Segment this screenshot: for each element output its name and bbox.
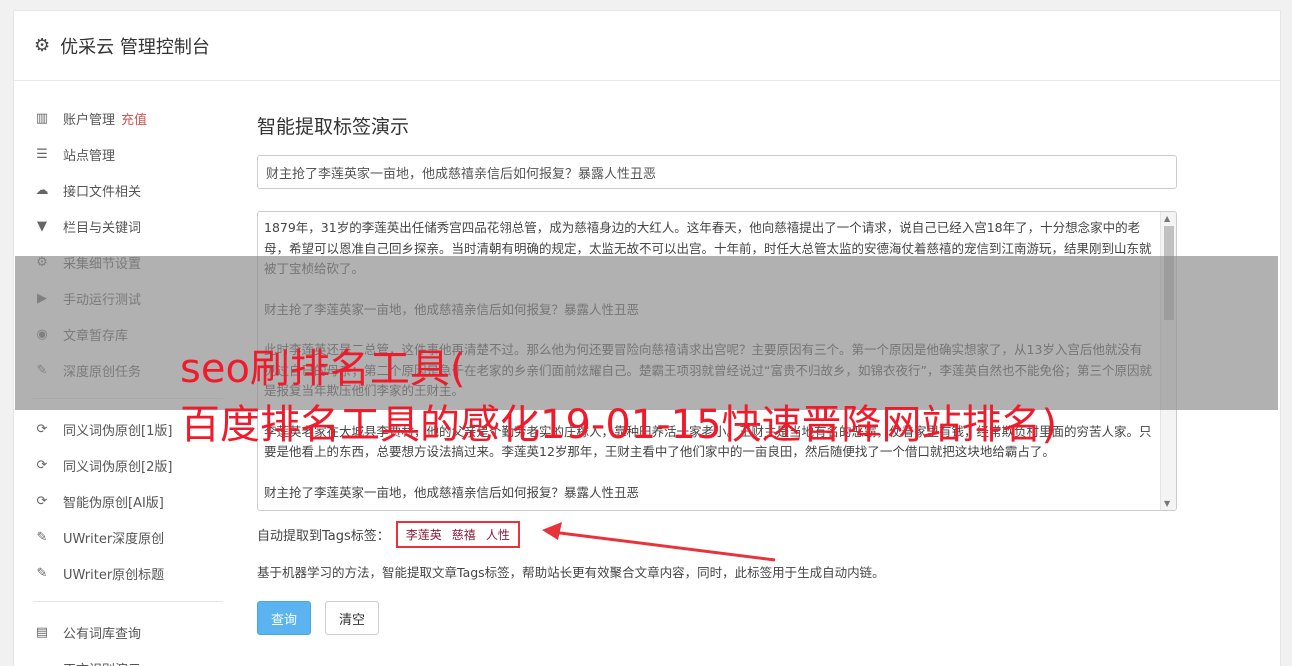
- sidebar-item-label: 同义词伪原创[2版]: [63, 459, 173, 475]
- overlay-title-line2: 百度排名工具的感化19-01-15快速晋降网站排名): [180, 402, 1058, 448]
- tag-item[interactable]: 慈禧: [452, 526, 476, 543]
- recharge-link[interactable]: 充值: [121, 109, 147, 128]
- refresh-icon: ⟳: [36, 421, 48, 437]
- sidebar-item[interactable]: ✎ UWriter深度原创: [33, 519, 223, 555]
- sidebar-item[interactable]: ▭ 正文识别演示: [33, 650, 223, 666]
- sidebar-item[interactable]: ▤ 公有词库查询: [33, 614, 223, 650]
- section-title: 智能提取标签演示: [257, 116, 410, 138]
- sidebar-item[interactable]: ☁ 接口文件相关: [33, 172, 223, 208]
- tags-label: 自动提取到Tags标签：: [257, 529, 390, 544]
- article-title-input[interactable]: [257, 155, 1177, 189]
- sidebar-item[interactable]: ⟳ 智能伪原创[AI版]: [33, 483, 223, 519]
- scroll-down-icon[interactable]: ▼: [1164, 499, 1170, 508]
- sidebar-item[interactable]: ▥ 账户管理 充值: [33, 100, 223, 136]
- button-row: 查询 清空: [257, 601, 1177, 635]
- header: ⚙ 优采云 管理控制台: [14, 11, 1280, 81]
- filter-icon: ▼: [37, 218, 47, 234]
- server-icon: ☰: [36, 146, 48, 162]
- sidebar-item-label: 同义词伪原创[1版]: [63, 423, 173, 439]
- query-button[interactable]: 查询: [257, 601, 311, 635]
- edit-icon: ✎: [36, 529, 48, 545]
- sidebar-item-label: 智能伪原创[AI版]: [63, 495, 164, 511]
- sidebar-item-label: UWriter深度原创: [63, 531, 165, 547]
- tag-item[interactable]: 李莲英: [406, 526, 442, 543]
- monitor-icon: ▭: [33, 661, 51, 666]
- sidebar-item-label: 正文识别演示: [63, 659, 141, 666]
- edit-icon: ✎: [36, 565, 48, 581]
- overlay-title-line1: seo刷排名工具(: [180, 346, 466, 392]
- cloud-upload-icon: ☁: [35, 182, 49, 198]
- refresh-icon: ⟳: [36, 457, 48, 473]
- gear-icon: ⚙: [34, 35, 51, 56]
- content-paragraph: 财主抢了李莲英家一亩地，他成慈禧亲信后如何报复？暴露人性丑恶: [264, 484, 640, 500]
- sidebar-item[interactable]: ⟳ 同义词伪原创[2版]: [33, 447, 223, 483]
- sidebar-item-label: 接口文件相关: [63, 184, 142, 200]
- console-title: 优采云 管理控制台: [60, 36, 210, 58]
- tag-item[interactable]: 人性: [486, 526, 510, 543]
- tags-box: 李莲英 慈禧 人性: [395, 521, 520, 548]
- sidebar-item-label: 站点管理: [63, 148, 116, 164]
- sidebar-divider: [33, 601, 223, 602]
- sidebar-item-label: 栏目与关键词: [63, 220, 142, 236]
- sidebar-item-label: 公有词库查询: [63, 626, 142, 642]
- sidebar-item-label: 账户管理: [63, 112, 116, 128]
- sidebar-item-label: UWriter原创标题: [63, 567, 165, 583]
- sidebar-item[interactable]: ▼ 栏目与关键词: [33, 208, 223, 244]
- bar-chart-icon: ▥: [35, 110, 49, 126]
- sidebar-item[interactable]: ✎ UWriter原创标题: [33, 555, 223, 591]
- sidebar-item[interactable]: ☰ 站点管理: [33, 136, 223, 172]
- book-icon: ▤: [35, 624, 49, 640]
- arrow-annotation-icon: [542, 522, 776, 562]
- scroll-up-icon[interactable]: ▲: [1164, 214, 1170, 223]
- refresh-icon: ⟳: [36, 493, 48, 509]
- clear-button[interactable]: 清空: [325, 601, 379, 635]
